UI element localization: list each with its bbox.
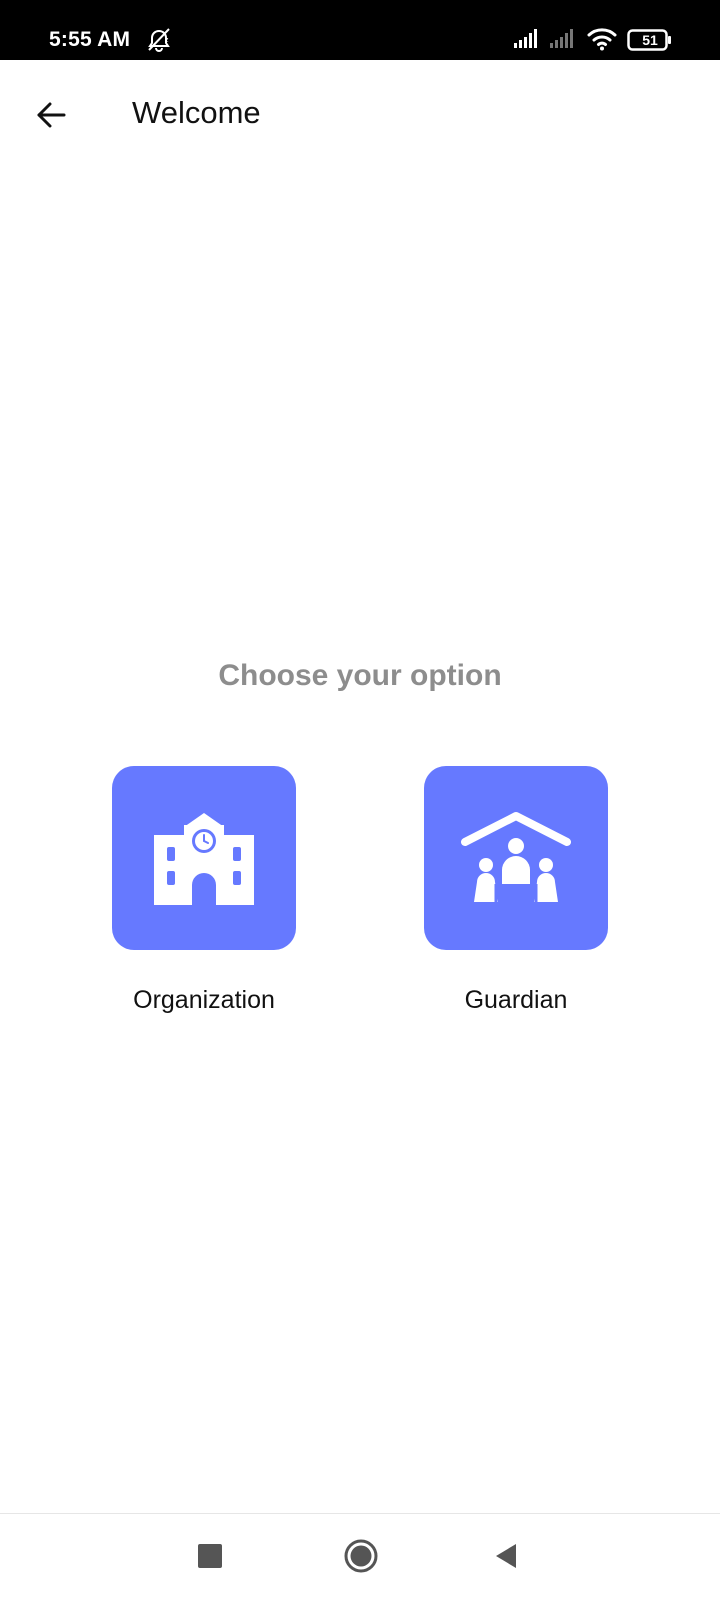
guardian-tile[interactable] (424, 766, 608, 950)
system-nav-bar (0, 1514, 720, 1600)
battery-level: 51 (642, 32, 658, 48)
svg-text:z: z (165, 37, 169, 44)
back-button[interactable] (26, 90, 76, 140)
recents-square-icon[interactable] (198, 1544, 222, 1568)
status-time: 5:55 AM (49, 28, 131, 51)
arrow-left-icon (37, 102, 66, 128)
signal-icon (514, 29, 537, 48)
app-bar: Welcome (0, 60, 720, 164)
organization-tile[interactable] (112, 766, 296, 950)
home-circle-icon[interactable] (343, 1538, 379, 1574)
family-home-icon (461, 812, 571, 902)
back-triangle-icon[interactable] (494, 1542, 518, 1570)
organization-label: Organization (133, 986, 275, 1014)
guardian-option[interactable]: Guardian (424, 766, 608, 1014)
organization-option[interactable]: Organization (112, 766, 296, 1014)
guardian-label: Guardian (464, 986, 568, 1014)
silent-alarm-icon: z (148, 28, 170, 52)
choose-option-heading: Choose your option (218, 659, 502, 692)
school-building-icon (154, 813, 254, 905)
signal-icon (550, 29, 573, 48)
status-bar: 5:55 AM z 51 (0, 0, 720, 60)
page-title: Welcome (132, 95, 261, 130)
battery-icon: 51 (627, 29, 673, 51)
wifi-icon (587, 28, 617, 51)
